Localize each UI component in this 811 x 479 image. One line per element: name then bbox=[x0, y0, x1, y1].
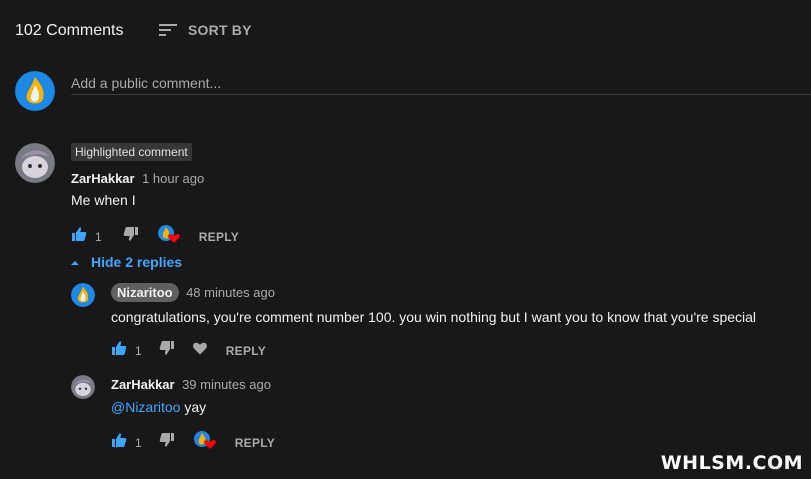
sort-icon bbox=[158, 22, 178, 38]
reply-time[interactable]: 39 minutes ago bbox=[182, 377, 271, 392]
thumbs-up-icon bbox=[111, 432, 127, 453]
like-count: 1 bbox=[95, 229, 102, 244]
reply-button[interactable]: REPLY bbox=[235, 436, 275, 450]
reply-text: @Nizaritoo yay bbox=[111, 399, 206, 415]
like-count: 1 bbox=[135, 343, 142, 358]
creator-heart-badge[interactable] bbox=[193, 430, 217, 455]
user-avatar[interactable] bbox=[15, 71, 55, 111]
hide-replies-label: Hide 2 replies bbox=[91, 254, 183, 270]
hide-replies-button[interactable]: Hide 2 replies bbox=[69, 254, 182, 270]
like-button[interactable] bbox=[71, 226, 87, 247]
sort-by-button[interactable]: SORT BY bbox=[158, 22, 252, 38]
caret-up-icon bbox=[69, 254, 81, 270]
heart-button[interactable] bbox=[192, 341, 208, 360]
watermark: WHLSM.COM bbox=[660, 452, 803, 474]
thumbs-up-icon bbox=[111, 340, 127, 361]
highlighted-comment-badge: Highlighted comment bbox=[71, 143, 192, 161]
like-count: 1 bbox=[135, 435, 142, 450]
creator-heart-icon bbox=[157, 224, 181, 249]
comment-time[interactable]: 1 hour ago bbox=[142, 171, 204, 186]
add-comment-input[interactable] bbox=[71, 72, 811, 95]
mention-link[interactable]: @Nizaritoo bbox=[111, 399, 180, 415]
like-button[interactable] bbox=[111, 432, 127, 453]
reply-header: ZarHakkar 39 minutes ago bbox=[111, 376, 271, 394]
reply-avatar[interactable] bbox=[71, 283, 95, 307]
commenter-avatar[interactable] bbox=[15, 143, 55, 183]
thumbs-down-icon bbox=[159, 432, 175, 453]
reply-avatar[interactable] bbox=[71, 375, 95, 399]
sort-by-label: SORT BY bbox=[188, 22, 252, 38]
like-button[interactable] bbox=[111, 340, 127, 361]
creator-heart-icon bbox=[193, 430, 217, 455]
reply-button[interactable]: REPLY bbox=[199, 230, 239, 244]
comment-text: Me when I bbox=[71, 192, 136, 208]
reply-body: yay bbox=[184, 399, 207, 415]
dislike-button[interactable] bbox=[159, 432, 175, 453]
comment-actions: 1 REPLY bbox=[71, 224, 239, 249]
thumbs-down-icon bbox=[123, 226, 139, 247]
reply-actions: 1 REPLY bbox=[111, 430, 275, 455]
reply-time[interactable]: 48 minutes ago bbox=[186, 285, 275, 300]
dislike-button[interactable] bbox=[159, 340, 175, 361]
reply-actions: 1 REPLY bbox=[111, 340, 266, 361]
comment-author[interactable]: ZarHakkar bbox=[71, 171, 135, 186]
dislike-button[interactable] bbox=[123, 226, 139, 247]
thumbs-up-icon bbox=[71, 226, 87, 247]
reply-author-pill[interactable]: Nizaritoo bbox=[111, 283, 179, 302]
reply-header: Nizaritoo 48 minutes ago bbox=[111, 283, 275, 302]
comment-header: ZarHakkar 1 hour ago bbox=[71, 170, 204, 188]
heart-outline-icon bbox=[192, 341, 208, 360]
creator-heart-badge[interactable] bbox=[157, 224, 181, 249]
thumbs-down-icon bbox=[159, 340, 175, 361]
reply-text: congratulations, you're comment number 1… bbox=[111, 309, 757, 325]
reply-button[interactable]: REPLY bbox=[226, 344, 266, 358]
comment-count: 102 Comments bbox=[15, 22, 124, 39]
reply-author[interactable]: ZarHakkar bbox=[111, 377, 175, 392]
